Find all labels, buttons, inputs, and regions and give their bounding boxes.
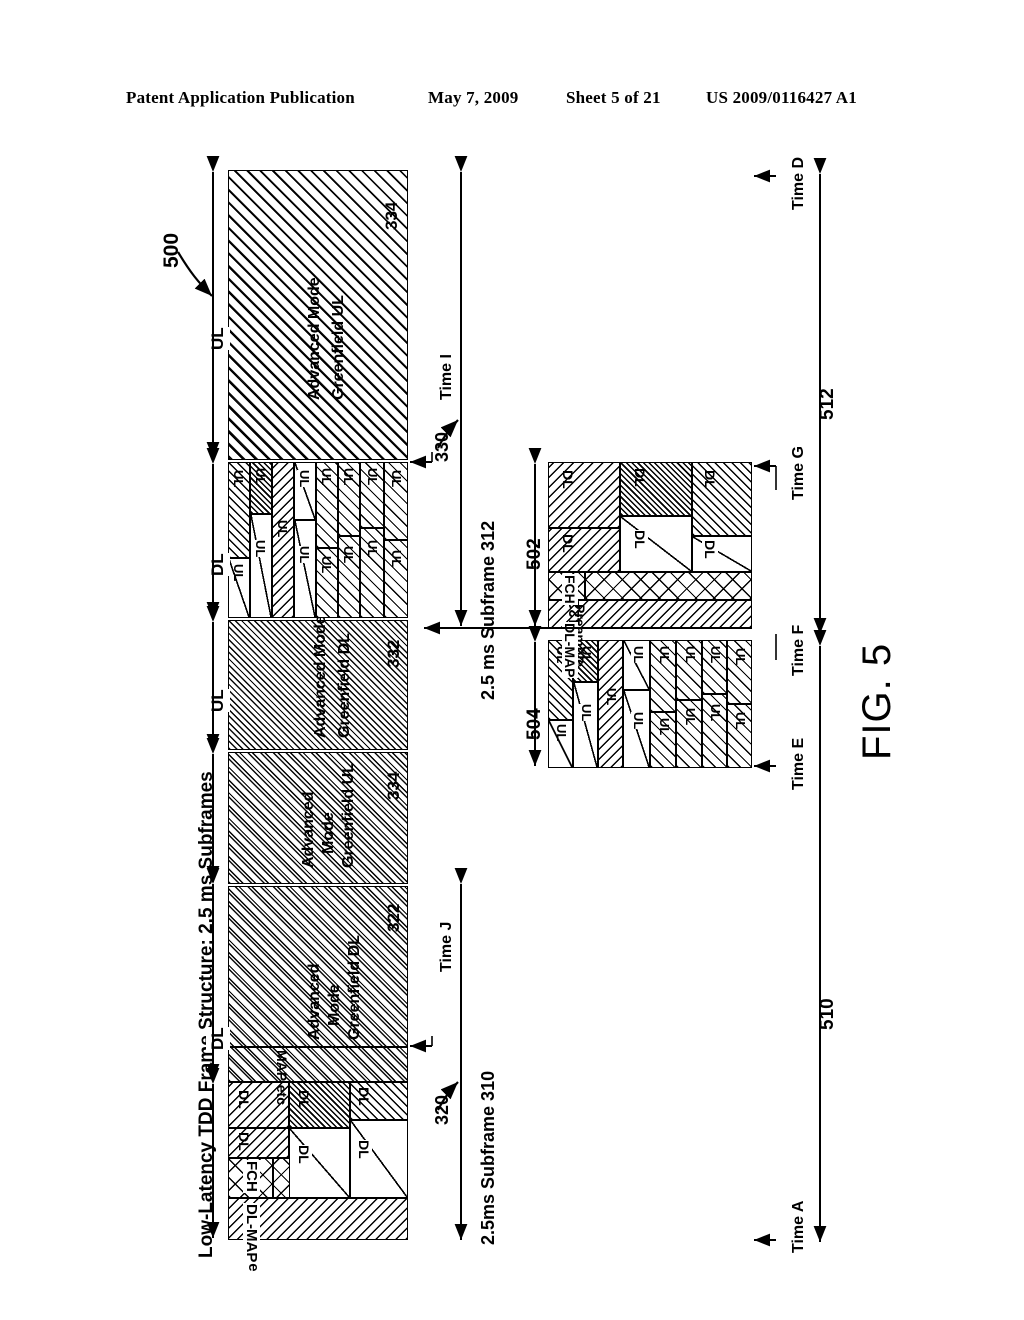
ul-cell-label: UL — [683, 646, 698, 664]
ul-cell-label: UL — [231, 564, 246, 582]
subframe-312-label: 2.5 ms Subframe 312 — [478, 520, 498, 700]
ul-cell-label: UL — [683, 708, 698, 726]
dl-cell — [620, 462, 692, 516]
ul-cell-label: UL — [389, 550, 404, 568]
advanced-greenfield-ul-334a — [228, 752, 408, 884]
ref-332-label: 332 — [384, 639, 403, 668]
ul-cell-label: UL — [341, 468, 356, 486]
ul-cell — [250, 514, 272, 618]
dl-cell-label: DL — [236, 1090, 252, 1109]
dl-cell — [692, 462, 752, 536]
ul-cell-label: UL — [733, 648, 748, 666]
ul-cell-label: UL — [579, 704, 594, 722]
ul-cell-label: UL — [253, 468, 268, 486]
adv-ul-334a-line1: Advanced — [300, 791, 317, 868]
ul-cell-label: UL — [631, 646, 646, 664]
ul-cell-label: UL — [389, 470, 404, 488]
ref-504-label: 504 — [524, 708, 545, 740]
ul-cell-label: UL — [657, 646, 672, 664]
dl-cell-label: DL — [632, 530, 648, 549]
bracket-label-dl-1: DL — [206, 1027, 230, 1050]
ref-334a-label: 334 — [384, 771, 403, 800]
ul-cell-label: UL — [604, 688, 619, 706]
ul-cell-label: UL — [733, 712, 748, 730]
adv-ul-334b-line2: Greenfield UL — [330, 295, 347, 400]
fch-label-502: FCH — [562, 574, 578, 605]
ref-512-label: 512 — [814, 388, 842, 420]
ul-cell-label: UL — [253, 540, 268, 558]
ul-cell-label: UL — [231, 470, 246, 488]
map-etc-label: MAP etc — [274, 1050, 290, 1105]
dl-cell — [620, 516, 692, 572]
ul-cell-label: UL — [657, 718, 672, 736]
time-f-label: Time F — [790, 624, 807, 676]
dl-cell-label: DL — [356, 1087, 372, 1106]
dl-cell-label: DL — [296, 1145, 312, 1164]
adv-ul-334a-line2: Mode — [320, 812, 337, 854]
adv-dl-332-line2: Greenfield DL — [336, 633, 353, 738]
ref-334b-label: 334 — [382, 201, 401, 230]
dl-cell-label: DL — [560, 534, 576, 553]
ref-320-label: 320 — [432, 1094, 452, 1125]
ul-cell-label: UL — [341, 546, 356, 564]
dl-cell — [692, 536, 752, 572]
ul-cell — [573, 682, 598, 768]
adv-dl-322-line2: Mode — [326, 984, 343, 1026]
adv-dl-322-line1: Advanced — [306, 963, 323, 1040]
subframe-310-label: 2.5ms Subframe 310 — [478, 1070, 498, 1245]
ul-cell-label: UL — [297, 470, 312, 488]
ul-cell — [294, 520, 316, 618]
bracket-label-dl-2: DL — [206, 553, 230, 576]
dl-cell-label: DL — [560, 470, 576, 489]
ul-cell-label: UL — [554, 724, 569, 742]
ul-cell-label: UL — [365, 540, 380, 558]
ul-cell-label: UL — [297, 546, 312, 564]
time-g-label: Time G — [790, 446, 807, 500]
bracket-label-ul-1: UL — [206, 689, 230, 712]
adv-ul-334b-line1: Advanced Mode — [306, 277, 323, 400]
dlmap-label: DL-MAP — [243, 1203, 260, 1264]
adv-dl-332-line1: Advanced Mode — [312, 615, 329, 738]
ref-330-label: 330 — [432, 431, 452, 462]
bracket-label-ul-2: UL — [206, 327, 230, 350]
dl-cell-label: DL — [356, 1140, 372, 1159]
ref-510-label: 510 — [814, 998, 842, 1030]
dl-cell-label: DL — [702, 470, 718, 489]
figure-number: FIG. 5 — [855, 642, 899, 760]
ref-502-label: 502 — [524, 538, 545, 570]
fch-label: FCH — [243, 1160, 260, 1193]
dlmap-block-502 — [548, 572, 752, 600]
dl-cell — [548, 462, 620, 528]
ul-cell-label: UL — [708, 646, 723, 664]
adv-ul-334a-line3: Greenfield UL — [340, 763, 357, 868]
patent-figure: Low-Latency TDD Frame Structure: 2.5 ms … — [0, 0, 1024, 1320]
ul-cell-label: UL — [275, 520, 290, 538]
ul-cell-label: UL — [319, 556, 334, 574]
ul-cell — [272, 462, 294, 618]
dlmap-label-502: DL-MAP — [562, 622, 578, 679]
ul-cell-label: UL — [631, 712, 646, 730]
ul-cell-label: UL — [365, 468, 380, 486]
adv-dl-322-line3: Greenfield DL — [346, 935, 363, 1040]
time-j-label: Time J — [438, 921, 455, 972]
time-a-label: Time A — [790, 1200, 807, 1253]
dl-cell-label: DL — [632, 468, 648, 487]
dl-cell — [350, 1120, 408, 1198]
dl-cell — [548, 528, 620, 572]
ul-cell-label: UL — [708, 704, 723, 722]
time-i-label: Time I — [438, 354, 455, 400]
ref-500-label: 500 — [160, 232, 183, 268]
ul-cell-label: UL — [319, 468, 334, 486]
figure-title: Low-Latency TDD Frame Structure: 2.5 ms … — [196, 771, 217, 1258]
dl-cell-label: DL — [702, 540, 718, 559]
time-e-label: Time E — [790, 737, 807, 790]
dl-cell-label: DL — [236, 1132, 252, 1151]
dl-cell-label: DL — [296, 1090, 312, 1109]
time-d-label: Time D — [790, 156, 807, 210]
ref-322-label: 322 — [384, 903, 403, 932]
